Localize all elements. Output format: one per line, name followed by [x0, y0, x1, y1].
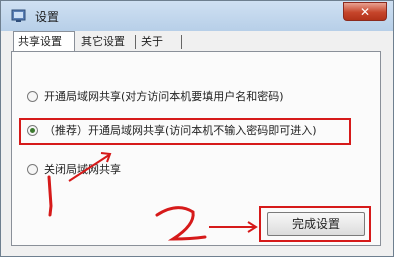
settings-window: 设置 ✕ 共享设置 其它设置 关于 开通局域网共享(对方访问本机要填用户名和密码…: [0, 0, 394, 257]
radio-disable-share[interactable]: [27, 164, 38, 175]
radio-share-no-password[interactable]: [27, 125, 38, 136]
title-bar: 设置 ✕: [1, 1, 393, 31]
radio-share-with-password[interactable]: [27, 91, 38, 102]
tab-divider: [135, 35, 136, 49]
close-icon: ✕: [359, 5, 371, 19]
tab-other-settings[interactable]: 其它设置: [77, 32, 135, 51]
tab-about[interactable]: 关于: [137, 32, 171, 51]
finish-settings-button[interactable]: 完成设置: [267, 212, 365, 236]
window-settings-icon: [11, 9, 26, 22]
option-label: 开通局域网共享(对方访问本机要填用户名和密码): [44, 90, 284, 103]
option-label: 关闭局域网共享: [44, 163, 121, 176]
option-label: （推荐）开通局域网共享(访问本机不输入密码即可进入): [44, 124, 317, 137]
window-title: 设置: [35, 10, 60, 24]
tab-divider: [181, 35, 182, 49]
tab-share-settings[interactable]: 共享设置: [13, 31, 75, 52]
close-button[interactable]: ✕: [343, 2, 387, 21]
